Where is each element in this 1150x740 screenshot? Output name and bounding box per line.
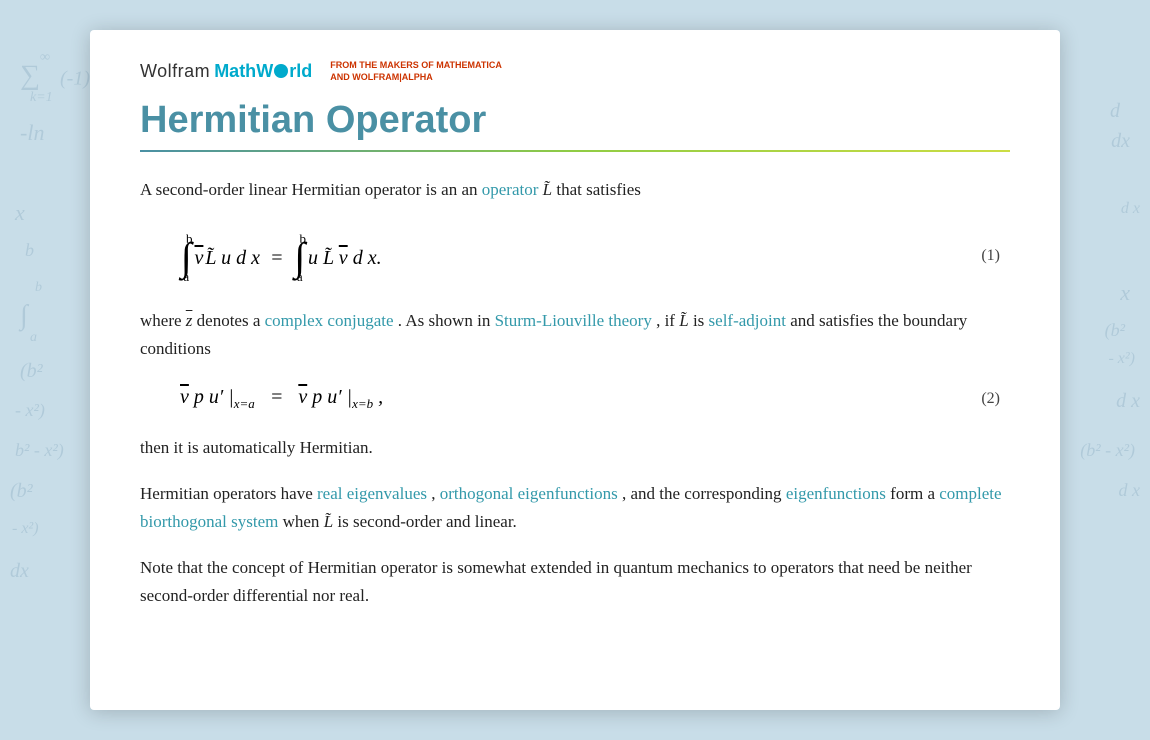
note-paragraph: Note that the concept of Hermitian opera… <box>140 554 1010 610</box>
eq2-number: (2) <box>981 390 1000 408</box>
when-text: when <box>283 512 320 531</box>
second-order-text: is second-order and linear. <box>337 512 516 531</box>
operator-link[interactable]: operator <box>482 180 539 199</box>
denotes-text: denotes a <box>197 311 265 330</box>
that-satisfies: that satisfies <box>556 180 641 199</box>
equation-1-block: b ∫ a v L̃ u d x = b ∫ a u L̃ v d x. (1) <box>180 226 1010 285</box>
equation-2-block: v p u′ |x=a = v p u′ |x=b , (2) <box>180 386 1010 412</box>
shown-in-text: . As shown in <box>398 311 491 330</box>
hermitian-ops-text: Hermitian operators have <box>140 484 313 503</box>
then-paragraph: then it is automatically Hermitian. <box>140 434 1010 462</box>
hermitian-ops-paragraph: Hermitian operators have real eigenvalue… <box>140 480 1010 536</box>
self-adjoint-link[interactable]: self-adjoint <box>709 311 786 330</box>
form-text: form a <box>890 484 935 503</box>
eigenfunctions-link[interactable]: eigenfunctions <box>786 484 886 503</box>
if-text: , if <box>656 311 675 330</box>
main-content: Wolfram MathWrld FROM THE MAKERS OF MATH… <box>90 30 1060 710</box>
from-makers: FROM THE MAKERS OF MATHEMATICA AND WOLFR… <box>330 60 502 83</box>
header: Wolfram MathWrld FROM THE MAKERS OF MATH… <box>140 60 1010 83</box>
complex-conjugate-link[interactable]: complex conjugate <box>265 311 394 330</box>
mathworld-logo: MathWrld <box>214 61 312 82</box>
intro-text: A second-order linear Hermitian operator… <box>140 180 457 199</box>
then-text: then it is automatically Hermitian. <box>140 438 373 457</box>
orthogonal-link[interactable]: orthogonal eigenfunctions <box>440 484 618 503</box>
equation-2: v p u′ |x=a = v p u′ |x=b , <box>180 386 981 412</box>
note-text: Note that the concept of Hermitian opera… <box>140 558 972 605</box>
is-text: is <box>693 311 704 330</box>
where-text: where <box>140 311 182 330</box>
where-paragraph: where z denotes a complex conjugate . As… <box>140 307 1010 363</box>
intro-paragraph: A second-order linear Hermitian operator… <box>140 176 1010 204</box>
and-corresponding-text: , and the corresponding <box>622 484 782 503</box>
title-divider <box>140 150 1010 152</box>
real-eigenvalues-link[interactable]: real eigenvalues <box>317 484 427 503</box>
sturm-link[interactable]: Sturm-Liouville theory <box>495 311 652 330</box>
eq1-number: (1) <box>981 247 1000 265</box>
page-title: Hermitian Operator <box>140 99 1010 142</box>
equation-1: b ∫ a v L̃ u d x = b ∫ a u L̃ v d x. <box>180 226 981 285</box>
wolfram-label: Wolfram <box>140 61 210 82</box>
